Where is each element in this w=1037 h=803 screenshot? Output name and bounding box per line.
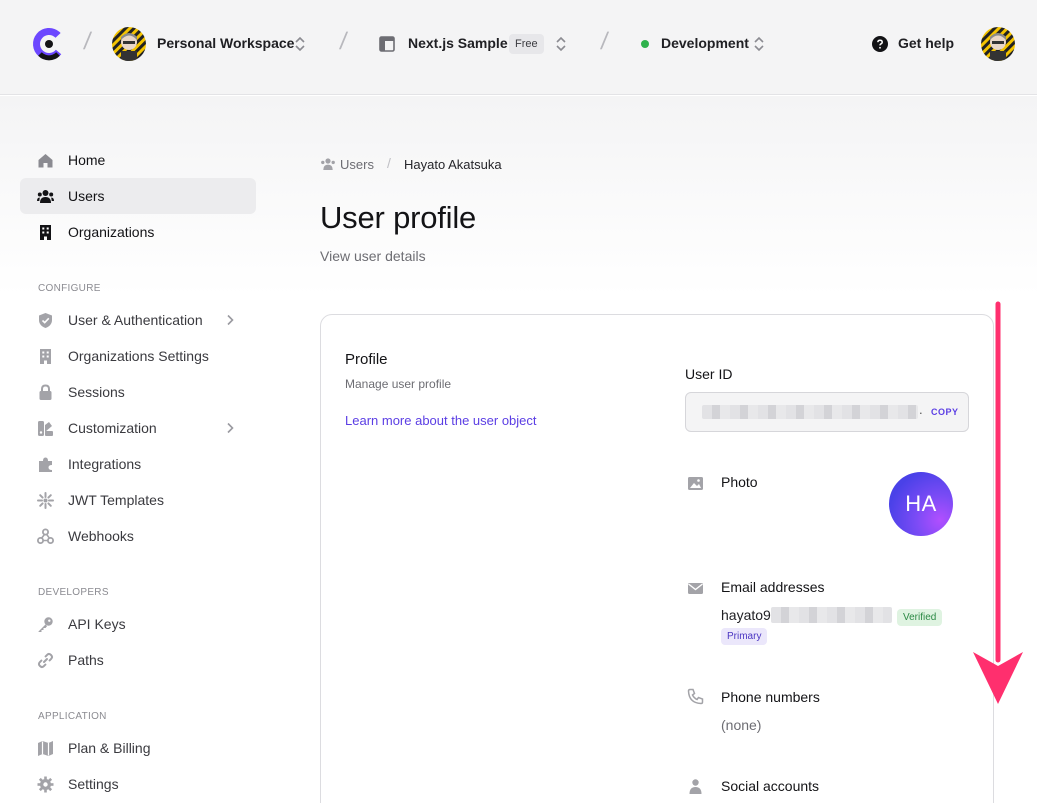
puzzle-icon [39,457,52,472]
photo-label: Photo [721,474,758,490]
sidebar-item-paths[interactable]: Paths [20,642,256,678]
workspace-avatar[interactable] [112,27,146,61]
link-icon [37,652,54,669]
sidebar-item-label: User & Authentication [68,312,203,328]
users-icon [37,190,54,203]
chevron-up-down-icon[interactable] [294,34,306,54]
verified-badge: Verified [897,609,943,626]
sidebar-item-organizations-settings[interactable]: Organizations Settings [20,338,256,374]
top-bar: / Personal Workspace / Next.js Sample Fr… [0,0,1037,95]
sidebar-item-label: Plan & Billing [68,740,151,756]
email-addresses-label: Email addresses [721,579,825,595]
breadcrumb-current: Hayato Akatsuka [404,157,502,172]
sidebar-item-jwt-templates[interactable]: JWT Templates [20,482,256,518]
person-icon [689,779,702,794]
sidebar-item-label: Organizations [68,224,155,240]
sidebar-item-label: Customization [68,420,157,436]
gear-icon [37,776,54,793]
user-id-field[interactable]: . COPY [685,392,969,432]
primary-badge: Primary [721,628,768,645]
help-icon[interactable] [872,36,888,52]
learn-more-link[interactable]: Learn more about the user object [345,413,537,428]
section-heading-configure: CONFIGURE [38,283,101,294]
scroll-down-arrow-icon [973,301,1023,704]
card-title: Profile [345,351,388,368]
building-icon [40,225,51,240]
sidebar-item-label: Home [68,152,106,168]
chevron-up-down-icon[interactable] [555,34,567,54]
environment-status-dot [641,40,649,48]
plan-badge: Free [509,34,544,54]
sidebar-item-plan-billing[interactable]: Plan & Billing [20,730,256,766]
shield-icon [39,313,52,328]
profile-avatar[interactable]: HA [889,472,953,536]
image-icon [688,477,703,490]
profile-card: Profile Manage user profile Learn more a… [320,314,994,803]
phone-icon [687,688,704,705]
section-heading-developers: DEVELOPERS [38,587,109,598]
sidebar-item-users[interactable]: Users [20,178,256,214]
sparkle-icon [37,492,54,509]
sidebar-item-api-keys[interactable]: API Keys [20,606,256,642]
workspace-name[interactable]: Personal Workspace [157,35,294,51]
card-subtitle: Manage user profile [345,377,452,391]
phone-numbers-value: (none) [721,717,762,733]
sidebar-item-settings[interactable]: Settings [20,766,256,802]
sidebar-item-integrations[interactable]: Integrations [20,446,256,482]
breadcrumb-users-link[interactable]: Users [340,157,374,172]
email-address[interactable]: hayato9 [721,607,771,623]
home-icon [38,154,53,168]
environment-name[interactable]: Development [661,35,749,51]
chevron-up-down-icon[interactable] [753,34,765,54]
copy-button[interactable]: COPY [931,407,959,417]
user-avatar[interactable] [981,27,1015,61]
sidebar-item-organizations[interactable]: Organizations [20,214,256,250]
phone-numbers-label: Phone numbers [721,689,820,705]
sidebar-item-label: Webhooks [68,528,134,544]
redacted-email [771,607,892,623]
separator: / [82,28,93,55]
sidebar-item-user-authentication[interactable]: User & Authentication [20,302,256,338]
section-heading-application: APPLICATION [38,711,107,722]
get-help-link[interactable]: Get help [898,35,954,51]
sidebar-item-customization[interactable]: Customization [20,410,256,446]
sidebar-item-label: Sessions [68,384,125,400]
sidebar-item-label: Integrations [68,456,142,472]
sidebar-item-label: API Keys [68,616,126,632]
user-id-end: . [919,402,923,417]
user-id-label: User ID [685,366,733,382]
sidebar-item-label: Settings [68,776,119,792]
chevron-right-icon [227,422,234,434]
users-icon [321,158,335,170]
sidebar-item-label: Users [68,188,105,204]
redacted-user-id [702,405,918,419]
app-window-icon [379,36,395,52]
sidebar-item-label: JWT Templates [68,492,164,508]
sidebar-item-sessions[interactable]: Sessions [20,374,256,410]
lock-icon [39,384,52,400]
clerk-logo-icon[interactable] [32,27,66,61]
sidebar-item-webhooks[interactable]: Webhooks [20,518,256,554]
app-name[interactable]: Next.js Sample [408,35,508,51]
mail-icon [688,583,703,594]
sidebar-item-home[interactable]: Home [20,142,256,178]
breadcrumb-separator: / [387,155,391,171]
sidebar-item-label: Paths [68,652,104,668]
key-icon [38,617,53,632]
page-title: User profile [320,200,477,235]
sidebar-item-label: Organizations Settings [68,348,209,364]
separator: / [338,28,349,55]
webhook-icon [37,528,54,544]
building-icon [40,349,51,364]
map-icon [38,741,53,756]
chevron-right-icon [227,314,234,326]
palette-icon [38,421,53,436]
social-accounts-label: Social accounts [721,778,820,794]
page-subtitle: View user details [320,248,426,264]
separator: / [599,28,610,55]
